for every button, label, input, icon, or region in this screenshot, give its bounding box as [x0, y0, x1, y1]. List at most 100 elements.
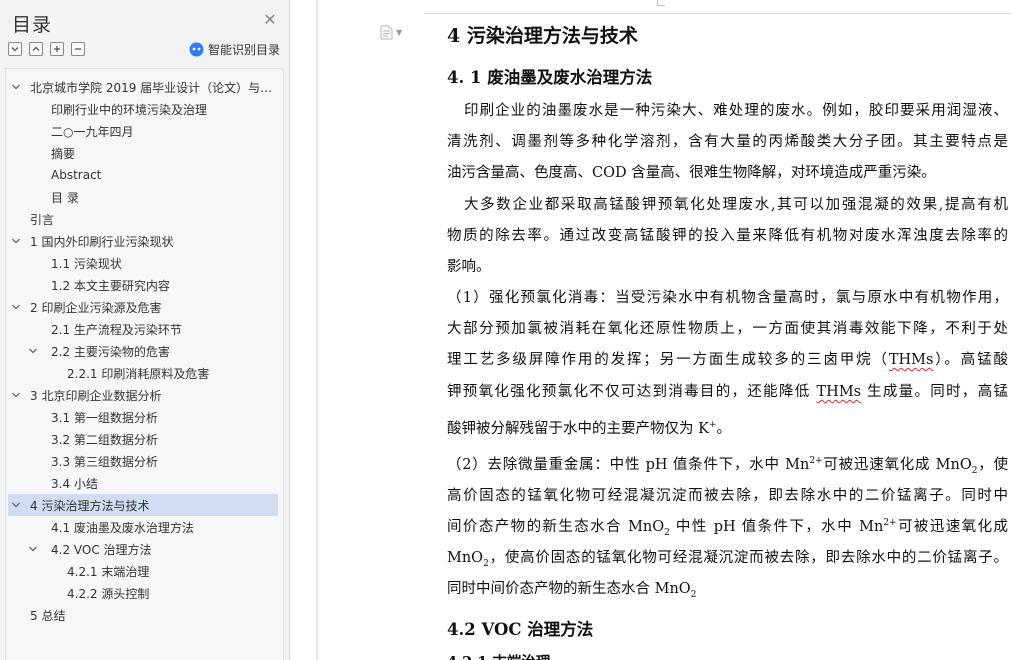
toc-spacer — [43, 565, 55, 577]
close-icon[interactable]: ✕ — [262, 12, 278, 28]
paragraph-line[interactable]: （2）去除微量重金属：中性 pH 值条件下，水中 Mn2+可被迅速氧化成 MnO… — [447, 455, 1008, 476]
text-run: 同时中间价态产物的新生态水合 MnO — [447, 581, 691, 597]
paragraph-line[interactable]: 同时中间价态产物的新生态水合 MnO2 — [447, 579, 1008, 599]
toc-item[interactable]: 3.4 小结 — [6, 472, 283, 494]
chevron-down-icon[interactable] — [10, 235, 22, 247]
toc-item-label: 目 录 — [51, 190, 79, 205]
paragraph-line[interactable]: 大多数企业都采取高锰酸钾预氧化处理废水,其可以加强混凝的效果,提高有机 — [447, 195, 1008, 215]
text-run: MnO — [447, 550, 484, 566]
toc-item-label: 北京城市学院 2019 届毕业设计（论文）与… — [30, 80, 273, 95]
paragraph-line[interactable]: 清洗剂、调墨剂等多种化学溶剂，含有大量的丙烯酸类大分子团。其主要特点是 — [447, 132, 1008, 152]
toc-spacer — [27, 169, 39, 181]
document-outline-icon — [380, 25, 393, 40]
toc-item[interactable]: 二○一九年四月 — [6, 120, 283, 142]
text-run: 理工艺多级屏障作用的发挥；另一方面生成较多的三卤甲烷（ — [447, 352, 889, 368]
paragraph-line[interactable]: （1）强化预氯化消毒：当受污染水中有机物含量高时，氯与原水中有机物作用， — [447, 288, 1008, 308]
toc-item[interactable]: 1 国内外印刷行业污染现状 — [6, 230, 283, 252]
toc-toolbar — [8, 42, 85, 56]
toc-item-label: 2.2 主要污染物的危害 — [51, 344, 170, 359]
paragraph-line[interactable]: 油污含量高、色度高、COD 含量高、很难生物降解，对环境造成严重污染。 — [447, 163, 1008, 183]
paragraph-line[interactable]: 物质的除去率。通过改变高锰酸钾的投入量来降低有机物对废水浑浊度去除率的 — [447, 226, 1008, 246]
paragraph-line[interactable]: 钾预氧化强化预氯化不仅可达到消毒目的，还能降低 THMs 生成量。同时，高锰 — [447, 382, 1008, 402]
toc-list: 北京城市学院 2019 届毕业设计（论文）与… 印刷行业中的环境污染及治理 二○一九… — [5, 68, 284, 660]
toc-item[interactable]: 摘要 — [6, 142, 283, 164]
page-top-edge — [424, 13, 1011, 14]
spellcheck-word[interactable]: THMs — [889, 352, 934, 368]
toc-item-label: 2.2.1 印刷消耗原料及危害 — [67, 366, 210, 381]
toc-item[interactable]: 4.2 VOC 治理方法 — [6, 538, 283, 560]
toc-item-label: 2.1 生产流程及污染环节 — [51, 322, 182, 337]
toc-spacer — [27, 103, 39, 115]
text-run: 钾预氧化强化预氯化不仅可达到消毒目的，还能降低 — [447, 384, 817, 400]
toc-item[interactable]: 4.2.2 源头控制 — [6, 582, 283, 604]
chevron-down-icon[interactable] — [27, 345, 39, 357]
paragraph-line[interactable]: 影响。 — [447, 257, 1008, 277]
toc-item[interactable]: 3.1 第一组数据分析 — [6, 406, 283, 428]
toc-spacer — [43, 587, 55, 599]
smart-recognize-button[interactable]: 智能识别目录 — [189, 41, 280, 58]
toc-spacer — [10, 609, 22, 621]
toc-item[interactable]: 引言 — [6, 208, 283, 230]
toc-item[interactable]: 目 录 — [6, 186, 283, 208]
heading-4-2-1-partial[interactable]: 4.2.1 末端治理 — [447, 651, 550, 660]
toc-item-label: 5 总结 — [30, 608, 66, 623]
remove-icon[interactable] — [71, 42, 85, 56]
text-run: 生成量。同时，高锰 — [861, 384, 1009, 400]
chevron-down-icon: ▼ — [396, 28, 403, 37]
toc-spacer — [27, 279, 39, 291]
chevron-down-icon[interactable] — [27, 543, 39, 555]
paragraph-line[interactable]: 印刷企业的油墨废水是一种污染大、难处理的废水。例如，胶印要采用润湿液、 — [447, 101, 1008, 121]
heading-4-2[interactable]: 4.2 VOC 治理方法 — [447, 616, 593, 640]
toc-item[interactable]: 北京城市学院 2019 届毕业设计（论文）与… — [6, 76, 283, 98]
toc-spacer — [27, 477, 39, 489]
paragraph-line[interactable]: 间价态产物的新生态水合 MnO2 中性 pH 值条件下，水中 Mn2+可被迅速氧… — [447, 517, 1008, 538]
paragraph-line[interactable]: 大部分预加氯被消耗在氧化还原性物质上，一方面使其消毒效能下降，不利于处 — [447, 319, 1008, 339]
add-icon[interactable] — [50, 42, 64, 56]
paragraph-line[interactable]: MnO2，使高价固态的锰氧化物可经混凝沉淀而被去除，即去除水中的二价锰离子。 — [447, 548, 1008, 568]
toc-item[interactable]: 2.1 生产流程及污染环节 — [6, 318, 283, 340]
chevron-down-icon[interactable] — [10, 499, 22, 511]
toc-spacer — [27, 433, 39, 445]
toc-item[interactable]: 2 印刷企业污染源及危害 — [6, 296, 283, 318]
toc-item[interactable]: 2.2 主要污染物的危害 — [6, 340, 283, 362]
toc-item[interactable]: Abstract — [6, 164, 283, 186]
toc-item[interactable]: 3 北京印刷企业数据分析 — [6, 384, 283, 406]
toc-item[interactable]: 3.3 第三组数据分析 — [6, 450, 283, 472]
page-shadow — [316, 0, 318, 660]
toc-item[interactable]: 1.2 本文主要研究内容 — [6, 274, 283, 296]
chevron-down-icon[interactable] — [10, 301, 22, 313]
toc-sidebar: 目录 ✕ 智能识别目录 北京城市学院 2019 届毕业设计（论文）与… 印刷行业中… — [0, 0, 290, 660]
smart-recognize-label: 智能识别目录 — [208, 43, 281, 57]
toc-item[interactable]: 2.2.1 印刷消耗原料及危害 — [6, 362, 283, 384]
toc-item-label: 3.3 第三组数据分析 — [51, 454, 158, 469]
toc-item[interactable]: 3.2 第二组数据分析 — [6, 428, 283, 450]
superscript: 2+ — [883, 518, 897, 529]
expand-all-icon[interactable] — [29, 42, 43, 56]
spellcheck-word[interactable]: THMs — [817, 384, 862, 400]
text-run: ）。高锰酸 — [933, 352, 1009, 368]
heading-chapter-4[interactable]: 4 污染治理方法与技术 — [447, 21, 638, 48]
subscript: 2 — [690, 589, 697, 600]
heading-4-1[interactable]: 4. 1 废油墨及废水治理方法 — [447, 64, 652, 88]
toc-item[interactable]: 5 总结 — [6, 604, 283, 626]
toc-item[interactable]: 4 污染治理方法与技术 — [8, 494, 278, 516]
paragraph-line[interactable]: 理工艺多级屏障作用的发挥；另一方面生成较多的三卤甲烷（THMs）。高锰酸 — [447, 350, 1008, 370]
toc-item[interactable]: 印刷行业中的环境污染及治理 — [6, 98, 283, 120]
toc-spacer — [43, 367, 55, 379]
toc-spacer — [27, 125, 39, 137]
document-outline-button[interactable]: ▼ — [380, 25, 402, 40]
toc-spacer — [27, 323, 39, 335]
smart-recognize-icon — [189, 42, 204, 57]
toc-item-label: 1 国内外印刷行业污染现状 — [30, 234, 174, 249]
toc-item-label: 4.2.1 末端治理 — [67, 564, 150, 579]
chevron-down-icon[interactable] — [10, 389, 22, 401]
chevron-down-icon[interactable] — [10, 81, 22, 93]
toc-item[interactable]: 4.2.1 末端治理 — [6, 560, 283, 582]
toc-item[interactable]: 4.1 废油墨及废水治理方法 — [6, 516, 283, 538]
collapse-all-icon[interactable] — [8, 42, 22, 56]
paragraph-line[interactable]: 高价固态的锰氧化物可经混凝沉淀而被去除，即去除水中的二价锰离子。同时中 — [447, 486, 1008, 506]
toc-item-label: Abstract — [51, 168, 102, 182]
paragraph-line[interactable]: 酸钾被分解残留于水中的主要产物仅为 K+。 — [447, 419, 1008, 439]
toc-item[interactable]: 1.1 污染现状 — [6, 252, 283, 274]
toc-spacer — [10, 213, 22, 225]
